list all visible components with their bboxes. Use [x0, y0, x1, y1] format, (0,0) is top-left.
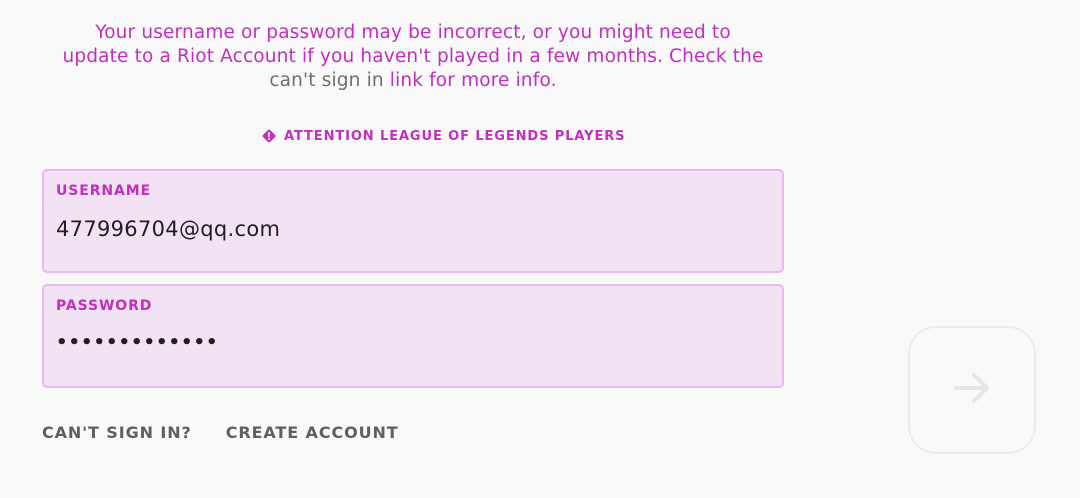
error-line-3-rest: link for more info. — [383, 70, 557, 91]
arrow-right-icon — [950, 366, 994, 414]
password-input[interactable]: ••••••••••••• — [56, 332, 756, 353]
error-line-3: can't sign in link for more info. — [40, 69, 786, 93]
password-field[interactable]: PASSWORD ••••••••••••• — [42, 284, 784, 388]
sign-in-button[interactable] — [908, 326, 1036, 454]
username-label: USERNAME — [56, 183, 152, 199]
cant-sign-in-link[interactable]: CAN'T SIGN IN? — [42, 423, 192, 442]
attention-league-link[interactable]: ATTENTION LEAGUE OF LEGENDS PLAYERS — [261, 128, 625, 144]
warning-diamond-icon — [261, 128, 277, 144]
attention-label: ATTENTION LEAGUE OF LEGENDS PLAYERS — [284, 128, 626, 144]
error-message: Your username or password may be incorre… — [40, 21, 786, 93]
username-field[interactable]: USERNAME 477996704@qq.com — [42, 169, 784, 273]
cant-sign-in-inline-link[interactable]: can't sign in — [269, 70, 383, 91]
error-line-1: Your username or password may be incorre… — [95, 22, 731, 43]
username-input[interactable]: 477996704@qq.com — [56, 217, 756, 241]
password-label: PASSWORD — [56, 298, 153, 314]
error-line-2: update to a Riot Account if you haven't … — [62, 46, 764, 67]
login-panel: Your username or password may be incorre… — [0, 0, 1080, 498]
create-account-link[interactable]: CREATE ACCOUNT — [226, 423, 399, 442]
account-links: CAN'T SIGN IN? CREATE ACCOUNT — [42, 423, 399, 442]
